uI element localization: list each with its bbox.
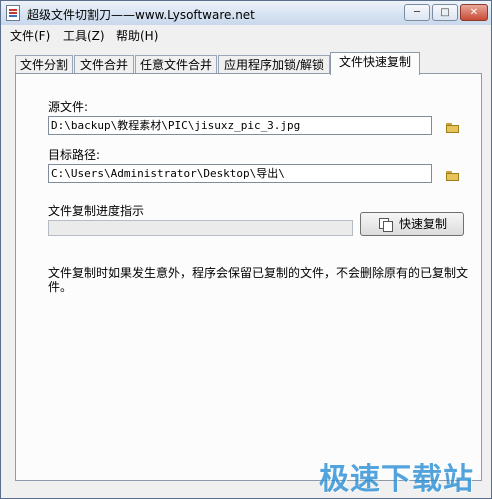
watermark-text: 极速下载站 bbox=[319, 462, 474, 497]
app-window: 超级文件切割刀——www.Lysoftware.net ─ □ ✕ 文件(F) … bbox=[0, 0, 492, 499]
tab-file-split[interactable]: 文件分割 bbox=[15, 55, 73, 74]
app-icon bbox=[6, 5, 20, 21]
minimize-icon: ─ bbox=[413, 7, 421, 18]
maximize-button[interactable]: □ bbox=[432, 4, 458, 21]
tab-any-file-merge[interactable]: 任意文件合并 bbox=[135, 55, 217, 74]
progress-label: 文件复制进度指示 bbox=[48, 204, 145, 218]
source-file-field[interactable]: D:\backup\教程素材\PIC\jisuxz_pic_3.jpg bbox=[48, 116, 432, 135]
menu-help[interactable]: 帮助(H) bbox=[116, 27, 158, 44]
window-title: 超级文件切割刀——www.Lysoftware.net bbox=[27, 8, 255, 22]
tab-file-merge[interactable]: 文件合并 bbox=[74, 55, 134, 74]
source-browse-folder-icon[interactable] bbox=[446, 123, 459, 133]
menu-bar: 文件(F) 工具(Z) 帮助(H) bbox=[1, 25, 491, 44]
tab-app-lock[interactable]: 应用程序加锁/解锁 bbox=[218, 55, 330, 74]
target-path-field[interactable]: C:\Users\Administrator\Desktop\导出\ bbox=[48, 164, 432, 183]
close-button[interactable]: ✕ bbox=[460, 4, 488, 21]
copy-icon bbox=[379, 218, 393, 232]
minimize-button[interactable]: ─ bbox=[404, 4, 430, 21]
menu-tools[interactable]: 工具(Z) bbox=[63, 27, 105, 44]
tab-fast-copy[interactable]: 文件快速复制 bbox=[330, 52, 420, 75]
close-icon: ✕ bbox=[469, 7, 479, 18]
target-browse-folder-icon[interactable] bbox=[446, 171, 459, 181]
tab-bar: 文件分割 文件合并 任意文件合并 应用程序加锁/解锁 文件快速复制 bbox=[15, 52, 485, 75]
menu-file[interactable]: 文件(F) bbox=[10, 27, 50, 44]
fast-copy-button-label: 快速复制 bbox=[399, 217, 448, 231]
title-bar[interactable]: 超级文件切割刀——www.Lysoftware.net ─ □ ✕ bbox=[1, 1, 491, 26]
target-path-label: 目标路径: bbox=[48, 148, 101, 162]
maximize-icon: □ bbox=[440, 7, 450, 18]
copy-progress-bar bbox=[48, 220, 353, 236]
source-file-label: 源文件: bbox=[48, 100, 89, 114]
fast-copy-button[interactable]: 快速复制 bbox=[360, 212, 464, 236]
fast-copy-panel: 源文件: D:\backup\教程素材\PIC\jisuxz_pic_3.jpg… bbox=[15, 73, 482, 481]
copy-description: 文件复制时如果发生意外，程序会保留已复制的文件，不会删除原有的已复制文件。 bbox=[48, 266, 469, 294]
